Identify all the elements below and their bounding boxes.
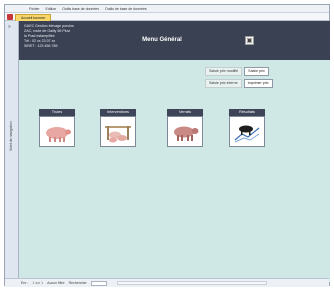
- tile-image[interactable]: [167, 116, 203, 147]
- exit-button[interactable]: ▣: [245, 36, 254, 45]
- tile-caption: Résultats: [229, 109, 265, 116]
- tile-image[interactable]: [100, 116, 136, 147]
- price-entry-button[interactable]: Saisie prix: [244, 67, 269, 76]
- tile-image[interactable]: [229, 116, 265, 147]
- page-title: Menu Général: [142, 37, 182, 43]
- tile-boars[interactable]: Verrats: [167, 109, 203, 147]
- menu-item-edit[interactable]: Edition: [46, 7, 57, 11]
- results-chart-icon: [234, 125, 260, 142]
- app-window: Fichier Edition Outils base de données O…: [4, 4, 330, 287]
- document-tab-strip: Accueil tournee: [5, 13, 329, 21]
- tile-image[interactable]: [39, 116, 75, 147]
- boar-icon: [174, 126, 199, 141]
- password-row: Saisie prix modifié Saisie prix: [205, 67, 269, 76]
- menu-item-db-tools-2[interactable]: Outils de base de données: [105, 7, 147, 11]
- horizontal-scrollbar[interactable]: [117, 281, 267, 285]
- tile-caption: Verrats: [167, 109, 203, 116]
- password-label: Saisie prix modifié: [205, 67, 243, 76]
- menu-item-db-tools[interactable]: Outils base de données: [62, 7, 99, 11]
- record-label: Enr :: [21, 281, 29, 285]
- tile-caption: Truies: [39, 109, 75, 116]
- chevron-right-icon[interactable]: »: [8, 24, 11, 30]
- company-line: SIRET : 123 456 789: [24, 44, 58, 48]
- search-input[interactable]: [90, 280, 107, 286]
- filter-indicator[interactable]: Aucun filtre: [47, 281, 65, 285]
- company-info: GAEC Gestion élevage porcins ZAC, route …: [24, 24, 102, 49]
- door-exit-icon: ▣: [246, 38, 253, 44]
- navigation-pane-label: Volet de navigation: [9, 121, 13, 151]
- password-label: Saisie prix interne: [205, 79, 242, 88]
- sow-icon: [46, 126, 71, 142]
- tile-caption: Interventions: [100, 109, 136, 116]
- tile-results[interactable]: Résultats: [229, 109, 265, 147]
- search-label: Rechercher: [68, 281, 87, 285]
- piglets-icon: [105, 125, 131, 142]
- password-row: Saisie prix interne Imprimer prix: [205, 79, 273, 88]
- record-navigator[interactable]: 1 sur 1: [32, 281, 43, 285]
- print-price-button[interactable]: Imprimer prix: [243, 79, 273, 88]
- main-menu-form: GAEC Gestion élevage porcins ZAC, route …: [19, 21, 330, 282]
- tile-sows[interactable]: Truies: [39, 109, 75, 147]
- menu-bar: Fichier Edition Outils base de données O…: [5, 5, 329, 13]
- menu-item-file[interactable]: Fichier: [29, 7, 40, 11]
- app-icon[interactable]: [7, 14, 13, 20]
- tile-interventions[interactable]: Interventions: [100, 109, 136, 147]
- navigation-pane[interactable]: » Volet de navigation: [5, 21, 19, 283]
- form-header: GAEC Gestion élevage porcins ZAC, route …: [19, 21, 330, 60]
- document-tab[interactable]: Accueil tournee: [15, 14, 52, 21]
